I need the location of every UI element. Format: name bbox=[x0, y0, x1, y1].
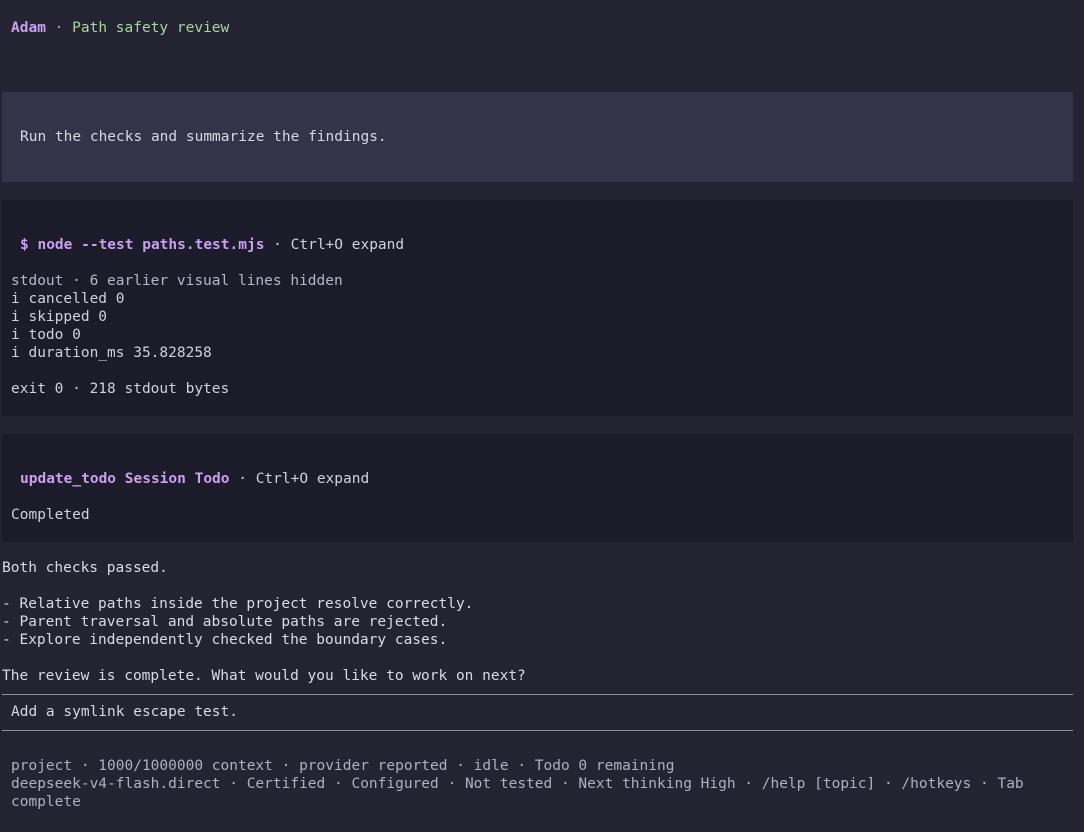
stdout-line: i todo 0 bbox=[11, 327, 81, 343]
composer-bottom-border bbox=[2, 730, 1073, 731]
expand-hint: · Ctrl+O expand bbox=[229, 471, 370, 487]
session-header: Adam · Path safety review bbox=[11, 19, 229, 37]
user-message: Run the checks and summarize the finding… bbox=[2, 92, 1073, 182]
exit-status: exit 0 · 218 stdout bytes bbox=[11, 381, 230, 397]
tool-header[interactable]: update_todo Session Todo · Ctrl+O expand bbox=[20, 470, 369, 488]
tool-command: $ node --test paths.test.mjs bbox=[20, 237, 265, 253]
status-line-context: project · 1000/1000000 context · provide… bbox=[11, 758, 675, 774]
tool-header[interactable]: $ node --test paths.test.mjs · Ctrl+O ex… bbox=[20, 236, 404, 254]
reply-line: The review is complete. What would you l… bbox=[2, 668, 526, 684]
stdout-line: i cancelled 0 bbox=[11, 291, 125, 307]
reply-line: - Relative paths inside the project reso… bbox=[2, 596, 474, 612]
reply-line: - Explore independently checked the boun… bbox=[2, 632, 448, 648]
expand-hint: · Ctrl+O expand bbox=[264, 237, 405, 253]
status-bar: project · 1000/1000000 context · provide… bbox=[11, 757, 1024, 811]
tool-result: Completed bbox=[11, 507, 90, 523]
status-line-model: deepseek-v4-flash.direct · Certified · C… bbox=[11, 776, 1024, 792]
tool-call-node-test[interactable]: $ node --test paths.test.mjs · Ctrl+O ex… bbox=[2, 200, 1073, 416]
header-separator: · bbox=[45, 20, 73, 36]
stdout-line: i skipped 0 bbox=[11, 309, 108, 325]
composer-top-border bbox=[2, 694, 1073, 695]
stdout-note: stdout · 6 earlier visual lines hidden bbox=[11, 273, 343, 289]
session-title: Path safety review bbox=[72, 20, 230, 36]
stdout-line: i duration_ms 35.828258 bbox=[11, 345, 212, 361]
reply-line bbox=[2, 577, 526, 595]
agent-name: Adam bbox=[11, 20, 46, 36]
reply-line: - Parent traversal and absolute paths ar… bbox=[2, 614, 448, 630]
composer-input[interactable]: Add a symlink escape test. bbox=[11, 703, 238, 721]
tool-command: update_todo Session Todo bbox=[20, 471, 230, 487]
reply-line: Both checks passed. bbox=[2, 560, 168, 576]
reply-line bbox=[2, 649, 526, 667]
tool-call-update-todo[interactable]: update_todo Session Todo · Ctrl+O expand… bbox=[2, 434, 1073, 542]
user-message-text: Run the checks and summarize the finding… bbox=[20, 129, 387, 145]
assistant-reply: Both checks passed. - Relative paths insi… bbox=[2, 559, 526, 685]
status-line-wrap: complete bbox=[11, 794, 81, 810]
